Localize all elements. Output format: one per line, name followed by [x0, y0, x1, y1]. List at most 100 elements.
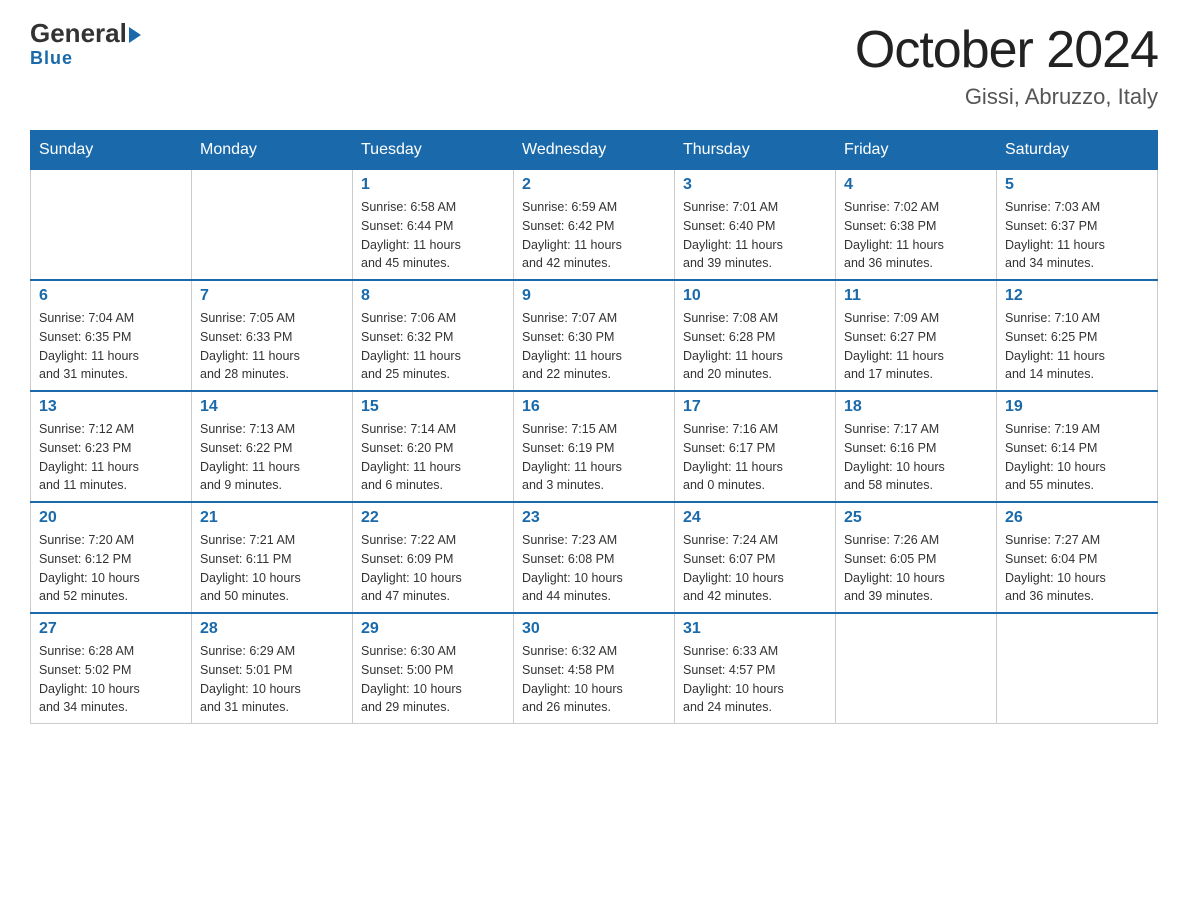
column-header-thursday: Thursday: [675, 131, 836, 170]
day-info: Sunrise: 7:22 AM Sunset: 6:09 PM Dayligh…: [361, 531, 505, 606]
day-info: Sunrise: 6:30 AM Sunset: 5:00 PM Dayligh…: [361, 642, 505, 717]
calendar-cell: 27 Sunrise: 6:28 AM Sunset: 5:02 PM Dayli…: [31, 613, 192, 724]
day-info: Sunrise: 7:09 AM Sunset: 6:27 PM Dayligh…: [844, 309, 988, 384]
column-header-wednesday: Wednesday: [514, 131, 675, 170]
week-row-1: 1 Sunrise: 6:58 AM Sunset: 6:44 PM Daylig…: [31, 170, 1158, 281]
day-info: Sunrise: 7:23 AM Sunset: 6:08 PM Dayligh…: [522, 531, 666, 606]
day-number: 24: [683, 509, 827, 527]
header-row: SundayMondayTuesdayWednesdayThursdayFrid…: [31, 131, 1158, 170]
day-number: 6: [39, 287, 183, 305]
day-info: Sunrise: 7:15 AM Sunset: 6:19 PM Dayligh…: [522, 420, 666, 495]
day-number: 10: [683, 287, 827, 305]
day-number: 16: [522, 398, 666, 416]
calendar-cell: [192, 170, 353, 281]
day-number: 8: [361, 287, 505, 305]
day-number: 2: [522, 176, 666, 194]
day-info: Sunrise: 6:29 AM Sunset: 5:01 PM Dayligh…: [200, 642, 344, 717]
calendar-cell: 13 Sunrise: 7:12 AM Sunset: 6:23 PM Dayli…: [31, 391, 192, 502]
day-number: 17: [683, 398, 827, 416]
day-info: Sunrise: 7:07 AM Sunset: 6:30 PM Dayligh…: [522, 309, 666, 384]
day-info: Sunrise: 7:19 AM Sunset: 6:14 PM Dayligh…: [1005, 420, 1149, 495]
day-info: Sunrise: 6:33 AM Sunset: 4:57 PM Dayligh…: [683, 642, 827, 717]
day-number: 4: [844, 176, 988, 194]
day-info: Sunrise: 7:24 AM Sunset: 6:07 PM Dayligh…: [683, 531, 827, 606]
location-title: Gissi, Abruzzo, Italy: [855, 84, 1158, 110]
calendar-cell: 10Sunrise: 7:08 AM Sunset: 6:28 PM Dayli…: [675, 280, 836, 391]
day-info: Sunrise: 6:59 AM Sunset: 6:42 PM Dayligh…: [522, 198, 666, 273]
calendar-cell: [997, 613, 1158, 724]
day-info: Sunrise: 7:12 AM Sunset: 6:23 PM Dayligh…: [39, 420, 183, 495]
calendar-cell: 1 Sunrise: 6:58 AM Sunset: 6:44 PM Daylig…: [353, 170, 514, 281]
calendar-cell: 26 Sunrise: 7:27 AM Sunset: 6:04 PM Dayli…: [997, 502, 1158, 613]
day-info: Sunrise: 7:06 AM Sunset: 6:32 PM Dayligh…: [361, 309, 505, 384]
calendar-cell: 18 Sunrise: 7:17 AM Sunset: 6:16 PM Dayli…: [836, 391, 997, 502]
week-row-3: 13 Sunrise: 7:12 AM Sunset: 6:23 PM Dayli…: [31, 391, 1158, 502]
calendar-table: SundayMondayTuesdayWednesdayThursdayFrid…: [30, 130, 1158, 724]
day-info: Sunrise: 7:17 AM Sunset: 6:16 PM Dayligh…: [844, 420, 988, 495]
calendar-cell: 2 Sunrise: 6:59 AM Sunset: 6:42 PM Daylig…: [514, 170, 675, 281]
calendar-cell: 11 Sunrise: 7:09 AM Sunset: 6:27 PM Dayli…: [836, 280, 997, 391]
calendar-cell: 15Sunrise: 7:14 AM Sunset: 6:20 PM Dayli…: [353, 391, 514, 502]
calendar-cell: 30 Sunrise: 6:32 AM Sunset: 4:58 PM Dayli…: [514, 613, 675, 724]
calendar-cell: 29Sunrise: 6:30 AM Sunset: 5:00 PM Dayli…: [353, 613, 514, 724]
column-header-tuesday: Tuesday: [353, 131, 514, 170]
day-info: Sunrise: 7:01 AM Sunset: 6:40 PM Dayligh…: [683, 198, 827, 273]
calendar-cell: 5 Sunrise: 7:03 AM Sunset: 6:37 PM Daylig…: [997, 170, 1158, 281]
day-number: 18: [844, 398, 988, 416]
day-number: 21: [200, 509, 344, 527]
calendar-cell: 8 Sunrise: 7:06 AM Sunset: 6:32 PM Daylig…: [353, 280, 514, 391]
day-info: Sunrise: 7:05 AM Sunset: 6:33 PM Dayligh…: [200, 309, 344, 384]
day-info: Sunrise: 7:04 AM Sunset: 6:35 PM Dayligh…: [39, 309, 183, 384]
calendar-cell: 23 Sunrise: 7:23 AM Sunset: 6:08 PM Dayli…: [514, 502, 675, 613]
day-info: Sunrise: 7:10 AM Sunset: 6:25 PM Dayligh…: [1005, 309, 1149, 384]
day-number: 19: [1005, 398, 1149, 416]
day-info: Sunrise: 6:32 AM Sunset: 4:58 PM Dayligh…: [522, 642, 666, 717]
calendar-cell: 25 Sunrise: 7:26 AM Sunset: 6:05 PM Dayli…: [836, 502, 997, 613]
calendar-cell: 20Sunrise: 7:20 AM Sunset: 6:12 PM Dayli…: [31, 502, 192, 613]
day-info: Sunrise: 7:02 AM Sunset: 6:38 PM Dayligh…: [844, 198, 988, 273]
calendar-cell: 17Sunrise: 7:16 AM Sunset: 6:17 PM Dayli…: [675, 391, 836, 502]
day-info: Sunrise: 7:21 AM Sunset: 6:11 PM Dayligh…: [200, 531, 344, 606]
calendar-cell: 24 Sunrise: 7:24 AM Sunset: 6:07 PM Dayli…: [675, 502, 836, 613]
day-info: Sunrise: 7:13 AM Sunset: 6:22 PM Dayligh…: [200, 420, 344, 495]
day-number: 13: [39, 398, 183, 416]
day-number: 25: [844, 509, 988, 527]
day-number: 14: [200, 398, 344, 416]
logo: General Blue: [30, 20, 141, 69]
column-header-saturday: Saturday: [997, 131, 1158, 170]
column-header-friday: Friday: [836, 131, 997, 170]
calendar-cell: [836, 613, 997, 724]
day-number: 27: [39, 620, 183, 638]
calendar-cell: 12Sunrise: 7:10 AM Sunset: 6:25 PM Dayli…: [997, 280, 1158, 391]
calendar-cell: 3 Sunrise: 7:01 AM Sunset: 6:40 PM Daylig…: [675, 170, 836, 281]
day-number: 26: [1005, 509, 1149, 527]
day-info: Sunrise: 6:28 AM Sunset: 5:02 PM Dayligh…: [39, 642, 183, 717]
day-number: 30: [522, 620, 666, 638]
week-row-4: 20Sunrise: 7:20 AM Sunset: 6:12 PM Dayli…: [31, 502, 1158, 613]
title-area: October 2024 Gissi, Abruzzo, Italy: [855, 20, 1158, 110]
month-title: October 2024: [855, 20, 1158, 80]
day-number: 3: [683, 176, 827, 194]
day-number: 1: [361, 176, 505, 194]
day-info: Sunrise: 7:14 AM Sunset: 6:20 PM Dayligh…: [361, 420, 505, 495]
day-info: Sunrise: 7:26 AM Sunset: 6:05 PM Dayligh…: [844, 531, 988, 606]
day-info: Sunrise: 7:27 AM Sunset: 6:04 PM Dayligh…: [1005, 531, 1149, 606]
day-number: 23: [522, 509, 666, 527]
calendar-cell: [31, 170, 192, 281]
calendar-cell: 21 Sunrise: 7:21 AM Sunset: 6:11 PM Dayli…: [192, 502, 353, 613]
day-number: 31: [683, 620, 827, 638]
calendar-cell: 14 Sunrise: 7:13 AM Sunset: 6:22 PM Dayli…: [192, 391, 353, 502]
calendar-cell: 4 Sunrise: 7:02 AM Sunset: 6:38 PM Daylig…: [836, 170, 997, 281]
day-info: Sunrise: 6:58 AM Sunset: 6:44 PM Dayligh…: [361, 198, 505, 273]
day-number: 20: [39, 509, 183, 527]
logo-text: General: [30, 20, 141, 46]
calendar-cell: 28 Sunrise: 6:29 AM Sunset: 5:01 PM Dayli…: [192, 613, 353, 724]
week-row-2: 6 Sunrise: 7:04 AM Sunset: 6:35 PM Daylig…: [31, 280, 1158, 391]
day-number: 28: [200, 620, 344, 638]
day-number: 11: [844, 287, 988, 305]
day-info: Sunrise: 7:03 AM Sunset: 6:37 PM Dayligh…: [1005, 198, 1149, 273]
column-header-monday: Monday: [192, 131, 353, 170]
calendar-cell: 22Sunrise: 7:22 AM Sunset: 6:09 PM Dayli…: [353, 502, 514, 613]
day-number: 5: [1005, 176, 1149, 194]
week-row-5: 27 Sunrise: 6:28 AM Sunset: 5:02 PM Dayli…: [31, 613, 1158, 724]
